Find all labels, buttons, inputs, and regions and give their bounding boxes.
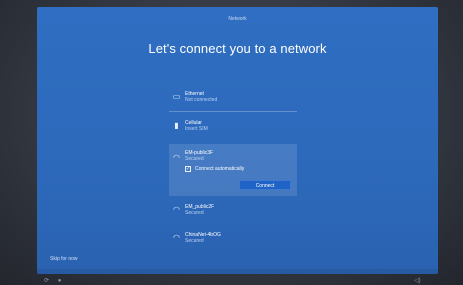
window-title: Network: [228, 16, 247, 22]
accessibility-icon[interactable]: ⟳: [44, 278, 49, 284]
network-item-cellular[interactable]: ▮ Cellular Insert SIM: [169, 112, 297, 140]
network-status: Not connected: [185, 97, 218, 103]
bottom-bar: [37, 269, 438, 274]
wifi-secured-icon: ◠: [173, 233, 180, 242]
network-name: Cellular: [185, 120, 202, 126]
microphone-icon[interactable]: ●: [58, 278, 62, 284]
connect-button[interactable]: Connect: [239, 180, 291, 190]
network-name: Ethernet: [185, 91, 204, 97]
network-item-chinanet[interactable]: ◠ ChinaNet-4bOG Secured: [169, 224, 297, 252]
network-name: ChinaNet-4bOG: [185, 232, 221, 238]
cellular-icon: ▮: [174, 121, 179, 130]
network-name: EM_public2F: [185, 204, 215, 210]
network-item-em-public2f[interactable]: ◠ EM_public2F Secured: [169, 196, 297, 224]
network-item-ethernet[interactable]: ▭ Ethernet Not connected: [169, 83, 297, 111]
skip-for-now-link[interactable]: Skip for now: [50, 256, 78, 262]
wifi-secured-icon: ◠: [173, 205, 180, 214]
network-status: Secured: [185, 210, 204, 216]
network-status: Secured: [185, 238, 204, 244]
connect-automatically-label: Connect automatically: [195, 166, 245, 172]
network-list: ▭ Ethernet Not connected ▮ Cellular Inse…: [169, 83, 297, 252]
ethernet-icon: ▭: [172, 92, 181, 101]
connect-automatically-row[interactable]: ✓ Connect automatically: [185, 165, 244, 173]
bottom-icons: ⟳ ●: [44, 277, 68, 284]
volume-icon[interactable]: ◁): [414, 277, 421, 284]
wifi-secured-icon: ◠: [173, 153, 180, 162]
network-item-em-public3f[interactable]: ◠ EM-public3F Secured ✓ Connect automati…: [169, 144, 297, 196]
top-bar: Network: [37, 7, 438, 22]
connect-automatically-checkbox[interactable]: ✓: [185, 166, 191, 172]
network-name: EM-public3F: [185, 150, 214, 156]
network-status: Secured: [185, 156, 204, 162]
oobe-screen: Network Let's connect you to a network ▭…: [37, 7, 438, 274]
page-title: Let's connect you to a network: [148, 41, 327, 56]
network-status: Insert SIM: [185, 126, 208, 132]
